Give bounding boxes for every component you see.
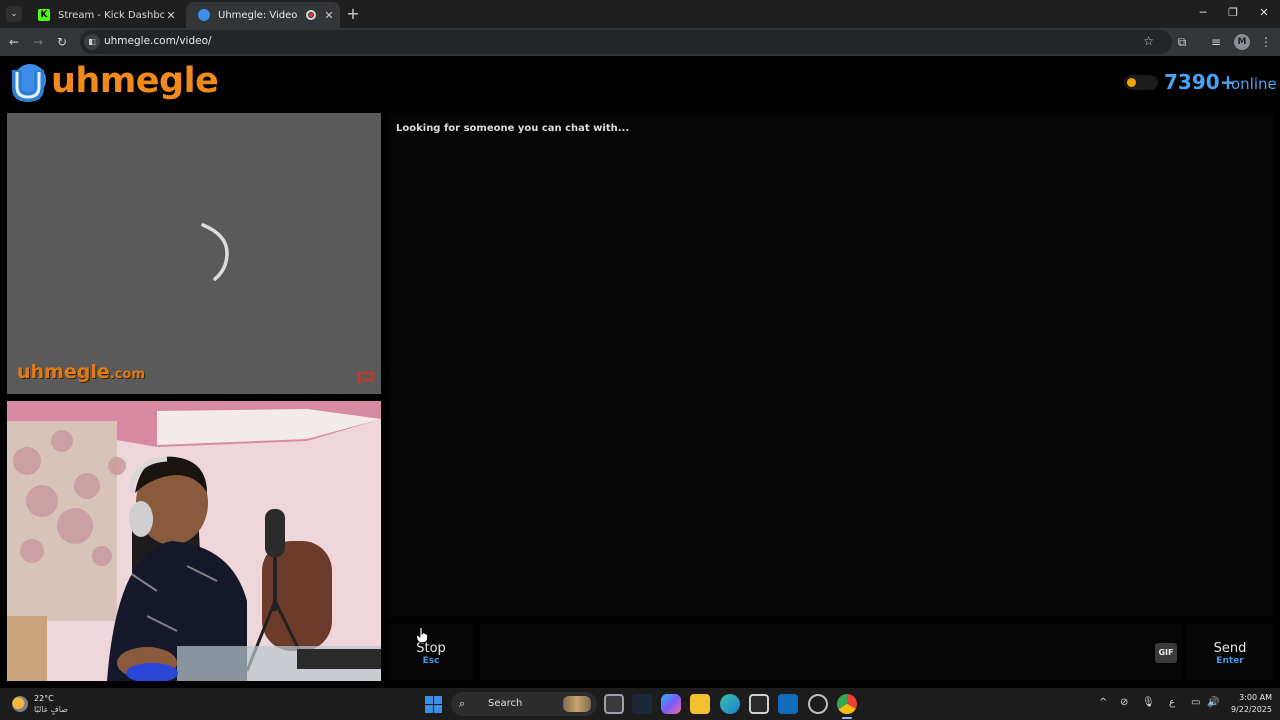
loading-spinner-icon — [201, 223, 229, 281]
search-icon: ⌕ — [459, 697, 466, 710]
weather-temperature[interactable]: 22°C — [34, 694, 54, 703]
start-windows-icon[interactable] — [425, 696, 442, 713]
report-flag-icon[interactable] — [357, 371, 375, 385]
restore-icon[interactable]: ❐ — [1221, 5, 1245, 21]
uhmegle-icon — [198, 9, 210, 21]
forward-icon[interactable]: → — [30, 34, 46, 50]
tab-title: Uhmegle: Video Chat | Ome — [218, 9, 300, 21]
tab-title: Stream - Kick Dashboard — [58, 9, 164, 21]
message-input[interactable] — [480, 624, 1182, 681]
close-icon[interactable]: ✕ — [322, 9, 336, 22]
self-webcam-video — [7, 401, 381, 681]
bookmark-star-icon[interactable]: ☆ — [1143, 34, 1154, 48]
store-icon[interactable] — [749, 694, 769, 714]
search-highlight-image — [563, 696, 591, 712]
steam-icon[interactable] — [632, 694, 652, 714]
stop-shortcut-hint: Esc — [422, 656, 440, 666]
online-indicator — [1124, 75, 1158, 90]
file-explorer-icon[interactable] — [690, 694, 710, 714]
kick-icon: K — [38, 9, 50, 21]
status-message: Looking for someone you can chat with... — [396, 123, 630, 134]
page-content: uhmegle 7390+ online uhmegle.com Looking… — [0, 56, 1280, 688]
address-bar[interactable]: ◧ uhmegle.com/video/ ☆ — [80, 30, 1172, 54]
volume-icon[interactable]: 🔊 — [1207, 697, 1219, 708]
site-header: uhmegle 7390+ online — [0, 56, 1280, 110]
url-text[interactable]: uhmegle.com/video/ — [104, 35, 212, 47]
site-logo[interactable]: uhmegle — [51, 61, 219, 101]
reload-icon[interactable]: ↻ — [54, 34, 70, 50]
online-count: 7390+ — [1164, 70, 1237, 94]
back-icon[interactable]: ← — [6, 34, 22, 50]
edge-icon[interactable] — [720, 694, 740, 714]
logo-chat-bubble-icon[interactable] — [8, 62, 48, 102]
browser-tab-strip: ⌄ K Stream - Kick Dashboard ✕ Uhmegle: V… — [0, 0, 1280, 28]
online-label: online — [1231, 75, 1277, 93]
window-close-icon[interactable]: ✕ — [1252, 5, 1276, 21]
stranger-video: uhmegle.com — [7, 113, 381, 394]
video-watermark: uhmegle.com — [17, 361, 145, 383]
clock-time[interactable]: 3:00 AM — [1232, 693, 1272, 702]
windows-taskbar: 22°C صافٍ غالبًا ⌕ Search ^ ⊘ 🎙 ع ▭ 🔊 3:… — [0, 688, 1280, 720]
webcam-scene-image — [7, 401, 381, 681]
clock-date[interactable]: 9/22/2025 — [1222, 705, 1272, 714]
stop-button[interactable]: Stop Esc — [388, 624, 474, 681]
tab-kick-dashboard[interactable]: K Stream - Kick Dashboard ✕ — [26, 2, 182, 28]
send-button[interactable]: Send Enter — [1186, 624, 1274, 681]
watermark-suffix: .com — [109, 367, 145, 382]
new-tab-button[interactable]: + — [345, 4, 361, 23]
watermark-main: uhmegle — [17, 361, 110, 383]
send-shortcut-hint: Enter — [1216, 656, 1244, 666]
extensions-icon[interactable]: ⧉ — [1174, 34, 1190, 50]
send-label: Send — [1213, 641, 1247, 656]
gif-button[interactable]: GIF — [1155, 643, 1177, 663]
site-info-icon[interactable]: ◧ — [84, 34, 100, 50]
menu-kebab-icon[interactable]: ⋮ — [1258, 34, 1274, 50]
taskbar-search[interactable]: ⌕ Search — [451, 692, 597, 716]
status-dot-icon — [1127, 78, 1136, 87]
weather-description[interactable]: صافٍ غالبًا — [34, 705, 68, 714]
copilot-icon[interactable] — [661, 694, 681, 714]
chrome-icon[interactable] — [837, 694, 857, 719]
show-hidden-icons-chevron-icon[interactable]: ^ — [1099, 697, 1107, 708]
stop-label: Stop — [416, 641, 446, 656]
recording-icon — [306, 10, 316, 20]
task-view-icon[interactable] — [604, 694, 624, 714]
outlook-icon[interactable] — [778, 694, 798, 714]
tab-search-icon[interactable]: ⌄ — [6, 6, 22, 22]
language-indicator[interactable]: ع — [1169, 697, 1175, 708]
hand-cursor-icon — [416, 627, 428, 643]
minimize-icon[interactable]: ─ — [1191, 5, 1215, 21]
microphone-icon[interactable]: 🎙 — [1142, 697, 1155, 708]
profile-avatar[interactable]: M — [1234, 34, 1250, 50]
weather-icon[interactable] — [12, 696, 28, 712]
obs-icon[interactable] — [808, 694, 828, 714]
media-controls-icon[interactable]: ≡ — [1208, 34, 1224, 50]
network-off-icon[interactable]: ⊘ — [1120, 697, 1128, 708]
close-icon[interactable]: ✕ — [164, 9, 178, 22]
chat-log: Looking for someone you can chat with... — [388, 113, 1274, 618]
display-icon[interactable]: ▭ — [1191, 697, 1200, 708]
browser-toolbar: ← → ↻ ◧ uhmegle.com/video/ ☆ ⧉ ≡ M ⋮ — [0, 28, 1280, 56]
search-label: Search — [488, 698, 523, 709]
tab-uhmegle[interactable]: Uhmegle: Video Chat | Ome ✕ — [186, 2, 340, 28]
